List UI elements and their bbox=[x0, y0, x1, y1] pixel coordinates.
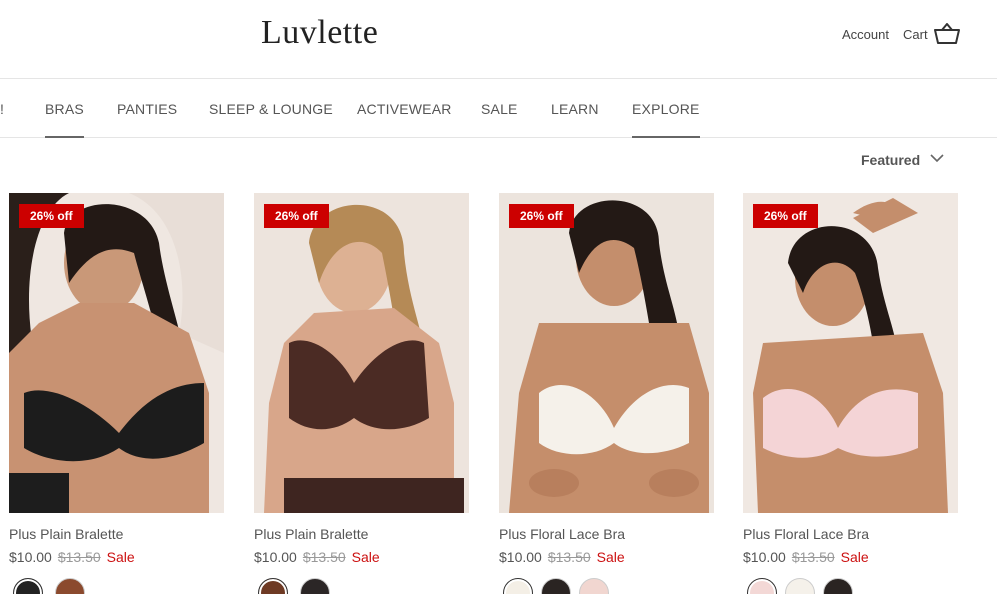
nav-item-sale[interactable]: SALE bbox=[481, 101, 518, 138]
color-swatch[interactable] bbox=[579, 578, 609, 594]
chevron-down-icon[interactable] bbox=[930, 153, 944, 163]
discount-badge: 26% off bbox=[19, 204, 84, 228]
account-link[interactable]: Account bbox=[842, 27, 889, 42]
color-swatch[interactable] bbox=[823, 578, 853, 594]
compare-price: $13.50 bbox=[547, 549, 591, 565]
compare-price: $13.50 bbox=[57, 549, 101, 565]
color-swatch[interactable] bbox=[55, 578, 85, 594]
main-nav: ! BRAS PANTIES SLEEP & LOUNGE ACTIVEWEAR… bbox=[0, 80, 997, 138]
color-swatch[interactable] bbox=[747, 578, 777, 594]
product-name[interactable]: Plus Plain Bralette bbox=[9, 526, 123, 542]
nav-item-bras[interactable]: BRAS bbox=[45, 101, 84, 138]
price-row: $10.00 $13.50 Sale bbox=[9, 549, 135, 565]
product-card[interactable]: 26% off Plus Plain Bralette $10.00 $13.50… bbox=[254, 193, 469, 594]
discount-badge: 26% off bbox=[509, 204, 574, 228]
color-swatch[interactable] bbox=[541, 578, 571, 594]
compare-price: $13.50 bbox=[302, 549, 346, 565]
brand-logo[interactable]: Luvlette bbox=[261, 14, 378, 52]
price-row: $10.00 $13.50 Sale bbox=[743, 549, 869, 565]
nav-item-explore[interactable]: EXPLORE bbox=[632, 101, 700, 138]
sale-price: $10.00 bbox=[254, 549, 297, 565]
color-swatch[interactable] bbox=[503, 578, 533, 594]
product-card[interactable]: 26% off Plus Floral Lace Bra $10.00 $13.5… bbox=[743, 193, 958, 594]
discount-badge: 26% off bbox=[753, 204, 818, 228]
product-card[interactable]: 26% off Plus Plain Bralette $10.00 $13.50… bbox=[9, 193, 224, 594]
nav-item-learn[interactable]: LEARN bbox=[551, 101, 599, 138]
price-row: $10.00 $13.50 Sale bbox=[499, 549, 625, 565]
product-image[interactable]: 26% off bbox=[9, 193, 224, 513]
sale-label: Sale bbox=[106, 549, 135, 565]
nav-item-partial[interactable]: ! bbox=[0, 101, 4, 138]
cart-link[interactable]: Cart bbox=[903, 27, 928, 42]
sale-label: Sale bbox=[351, 549, 380, 565]
product-name[interactable]: Plus Plain Bralette bbox=[254, 526, 368, 542]
compare-price: $13.50 bbox=[791, 549, 835, 565]
discount-badge: 26% off bbox=[264, 204, 329, 228]
product-image[interactable]: 26% off bbox=[254, 193, 469, 513]
color-swatch[interactable] bbox=[785, 578, 815, 594]
color-swatch[interactable] bbox=[13, 578, 43, 594]
basket-icon[interactable] bbox=[934, 23, 960, 45]
sale-price: $10.00 bbox=[743, 549, 786, 565]
site-header: Luvlette Account Cart bbox=[0, 0, 997, 79]
sale-price: $10.00 bbox=[499, 549, 542, 565]
product-image[interactable]: 26% off bbox=[743, 193, 958, 513]
product-photo bbox=[499, 193, 714, 513]
sale-label: Sale bbox=[840, 549, 869, 565]
sale-price: $10.00 bbox=[9, 549, 52, 565]
product-name[interactable]: Plus Floral Lace Bra bbox=[743, 526, 869, 542]
product-photo bbox=[743, 193, 958, 513]
price-row: $10.00 $13.50 Sale bbox=[254, 549, 380, 565]
color-swatch[interactable] bbox=[300, 578, 330, 594]
color-swatch[interactable] bbox=[258, 578, 288, 594]
product-photo bbox=[254, 193, 469, 513]
nav-item-sleep-lounge[interactable]: SLEEP & LOUNGE bbox=[209, 101, 333, 138]
product-card[interactable]: 26% off Plus Floral Lace Bra $10.00 $13.5… bbox=[499, 193, 714, 594]
nav-item-activewear[interactable]: ACTIVEWEAR bbox=[357, 101, 452, 138]
product-name[interactable]: Plus Floral Lace Bra bbox=[499, 526, 625, 542]
sale-label: Sale bbox=[596, 549, 625, 565]
sort-dropdown[interactable]: Featured bbox=[861, 152, 920, 168]
product-photo bbox=[9, 193, 224, 513]
product-image[interactable]: 26% off bbox=[499, 193, 714, 513]
nav-item-panties[interactable]: PANTIES bbox=[117, 101, 177, 138]
